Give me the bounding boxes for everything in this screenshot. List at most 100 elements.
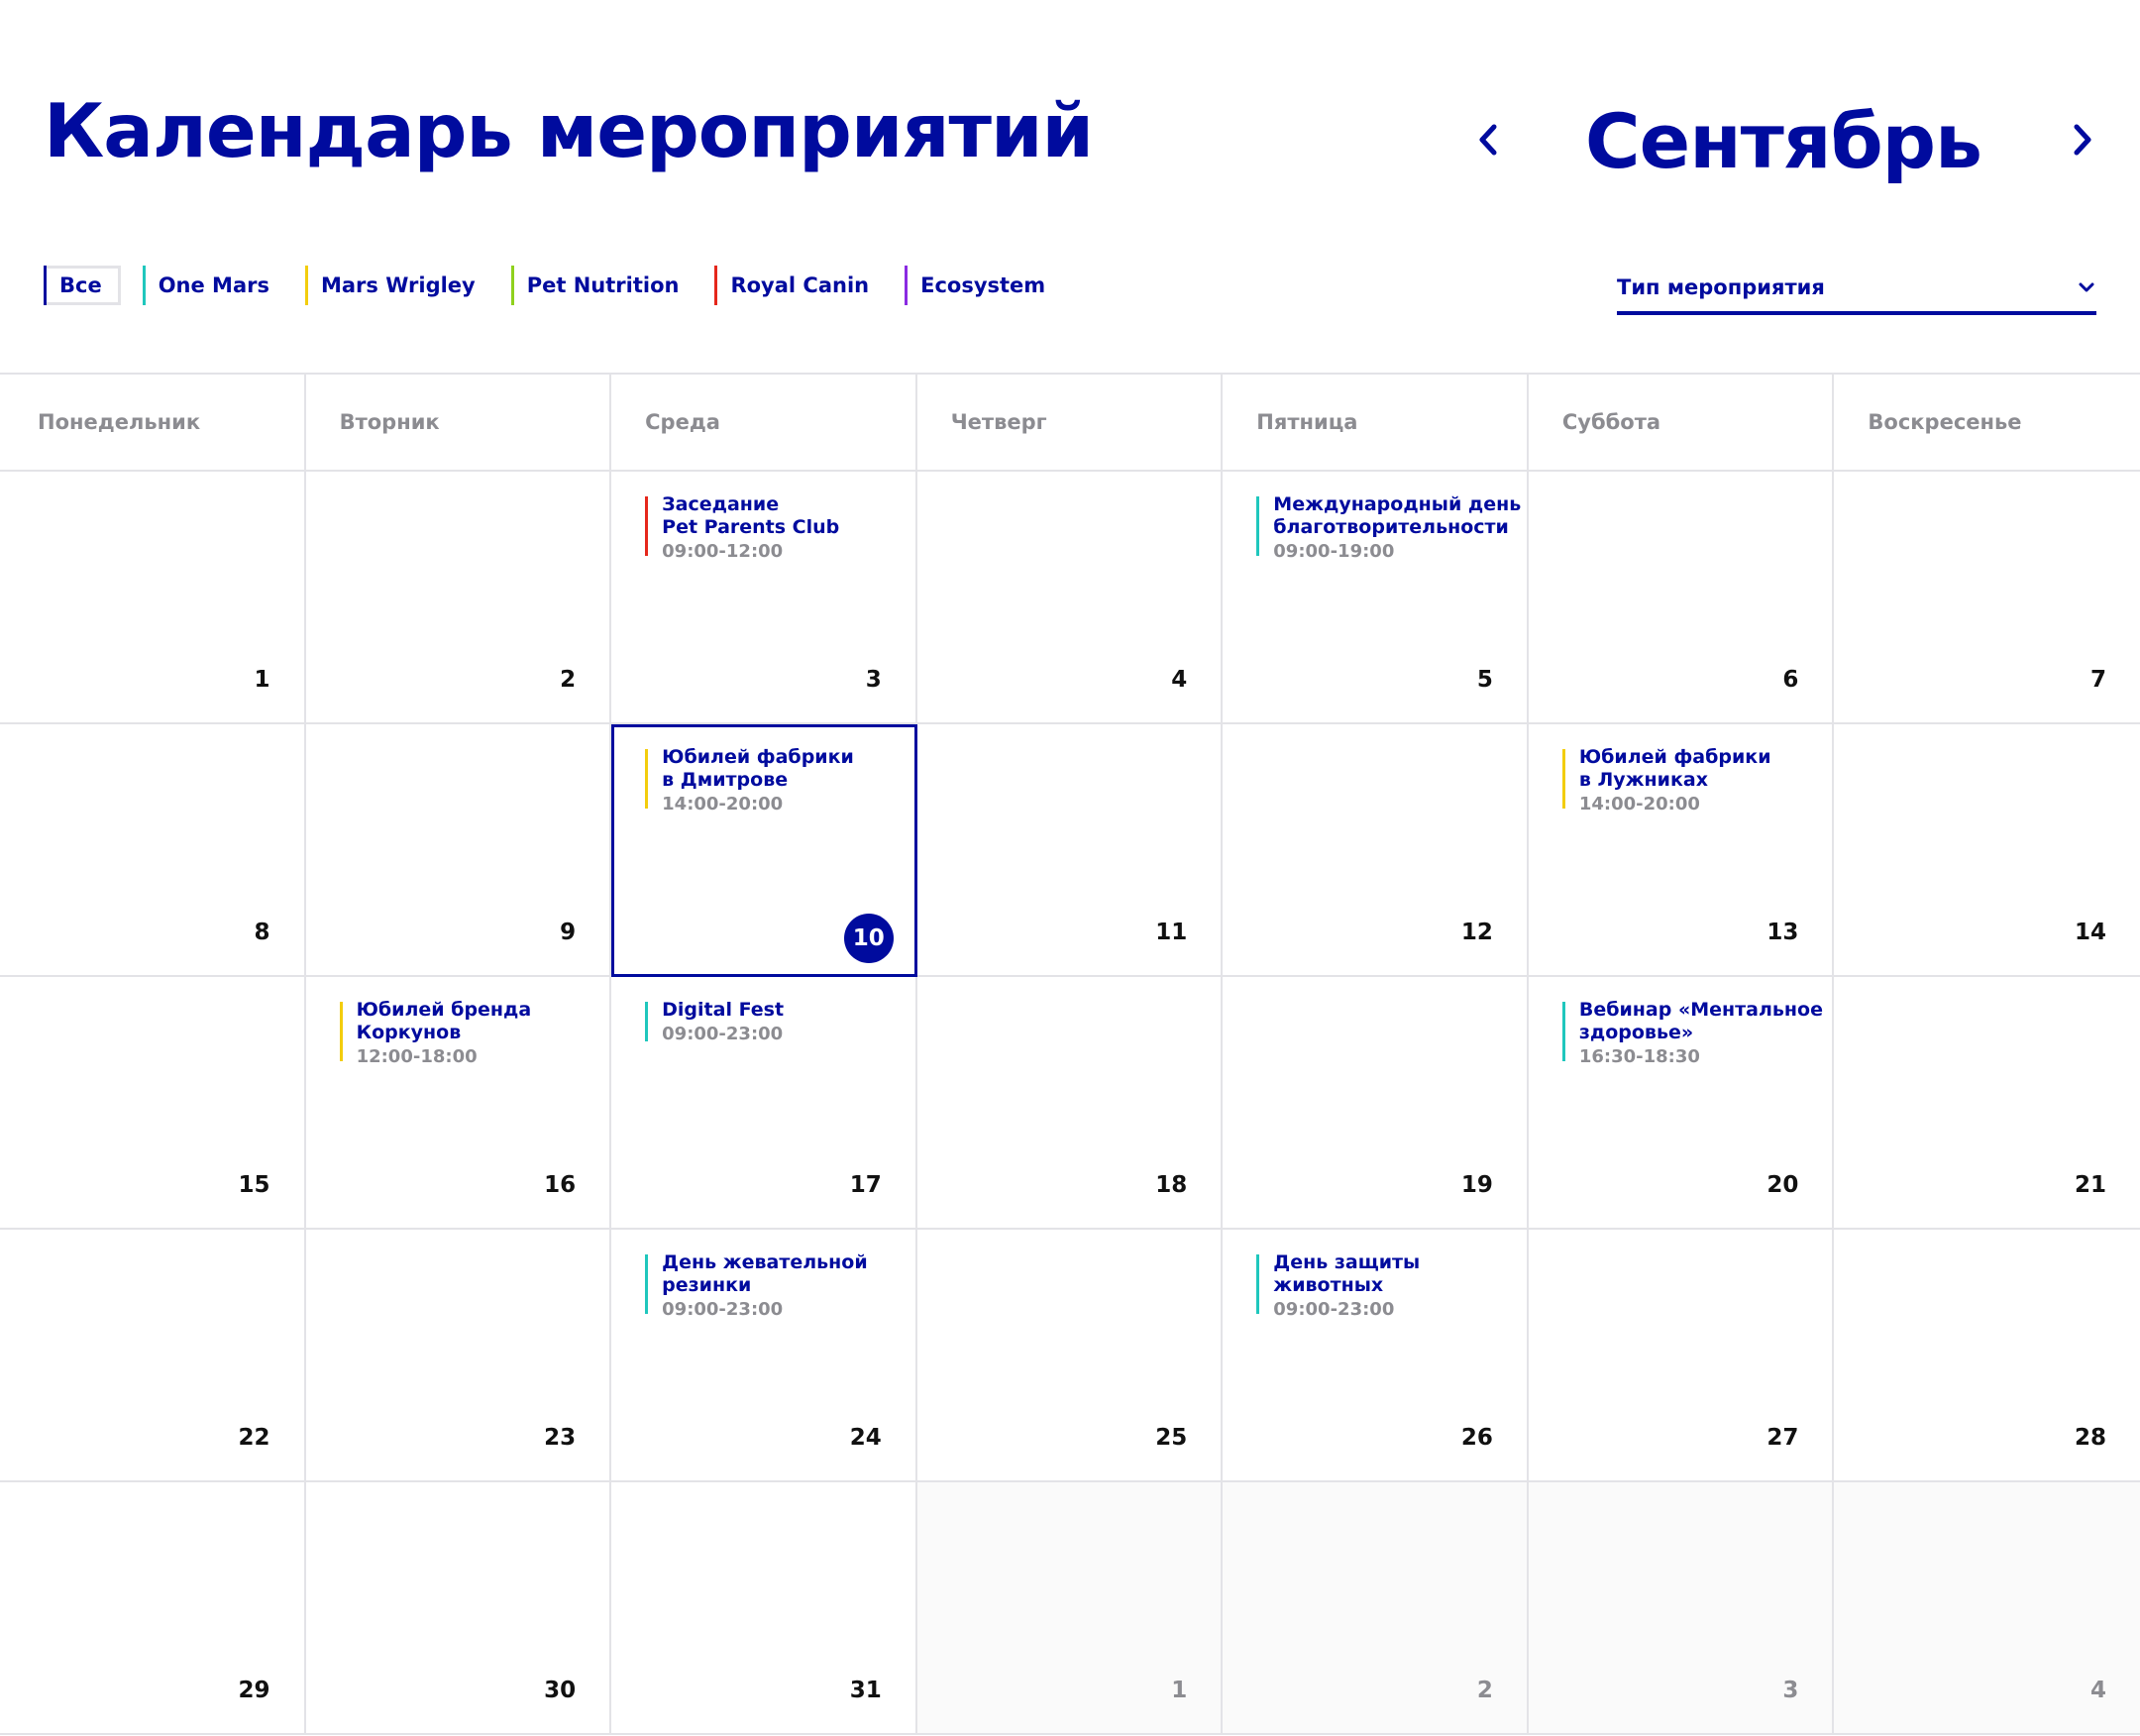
filter-ecosystem[interactable]: Ecosystem [905,266,1059,305]
day-cell-today[interactable]: Юбилей фабрики в Дмитрове 14:00-20:00 10 [611,724,917,977]
day-cell[interactable]: 4 [1834,1482,2140,1735]
day-cell[interactable]: 28 [1834,1230,2140,1482]
filter-mars-wrigley[interactable]: Mars Wrigley [304,266,489,305]
day-cell[interactable]: 22 [0,1230,306,1482]
event-item[interactable]: Digital Fest 09:00-23:00 [645,999,784,1047]
day-cell[interactable]: 2 [305,472,612,724]
day-number: 1 [254,667,270,693]
filter-label: Royal Canin [730,273,870,297]
day-cell[interactable]: 9 [305,724,612,977]
filter-color-bar [510,266,514,305]
filter-label: One Mars [158,273,269,297]
day-number: 12 [1460,920,1493,945]
event-time: 12:00-18:00 [356,1046,478,1067]
day-cell[interactable]: 31 [611,1482,917,1735]
day-cell[interactable]: Digital Fest 09:00-23:00 17 [611,977,917,1230]
filter-one-mars[interactable]: One Mars [142,266,283,305]
page-title: Календарь мероприятий [44,87,1094,174]
weekday-label: Вторник [306,375,612,470]
day-cell[interactable]: День защиты животных 09:00-23:00 26 [1223,1230,1529,1482]
day-cell[interactable]: 1 [0,472,306,724]
day-cell[interactable]: 2 [1223,1482,1529,1735]
event-title: Юбилей фабрики в Лужниках [1578,746,1771,791]
event-title: День жевательной резинки [662,1251,868,1296]
event-color-bar [1256,496,1260,556]
calendar-grid: 1 2 Заседание Pet Parents Club 09:00-12:00 3… [0,472,2140,1735]
day-cell[interactable]: Юбилей бренда Коркунов 12:00-18:00 16 [305,977,612,1230]
day-cell[interactable]: Вебинар «Ментальное здоровье» 16:30-18:30… [1528,977,1835,1230]
event-item[interactable]: Юбилей бренда Коркунов 12:00-18:00 [339,999,531,1070]
day-cell[interactable]: 21 [1834,977,2140,1230]
day-number: 4 [1171,667,1188,693]
event-time: 09:00-12:00 [662,541,784,562]
event-item[interactable]: Юбилей фабрики в Дмитрове 14:00-20:00 [645,746,854,817]
weekday-label: Суббота [1529,375,1835,470]
event-type-select-label: Тип мероприятия [1617,275,1825,299]
filter-royal-canin[interactable]: Royal Canin [714,266,883,305]
month-title: Сентябрь [1584,97,1982,185]
day-cell[interactable]: 8 [0,724,306,977]
day-cell[interactable]: 7 [1834,472,2140,724]
event-time: 09:00-23:00 [662,1299,784,1320]
day-cell[interactable]: 14 [1834,724,2140,977]
event-color-bar [645,1002,649,1041]
day-cell[interactable]: 18 [916,977,1224,1230]
day-cell[interactable]: 1 [916,1482,1224,1735]
event-title: Международный день благотворительности [1273,493,1522,538]
day-cell[interactable]: День жевательной резинки 09:00-23:00 24 [611,1230,917,1482]
filter-все[interactable]: Все [44,266,121,305]
event-time: 09:00-23:00 [1273,1299,1395,1320]
next-month-button[interactable] [2061,95,2104,184]
weekday-label: Пятница [1223,375,1529,470]
day-cell[interactable]: 12 [1223,724,1529,977]
event-color-bar [339,1002,343,1061]
event-color-bar [1561,749,1565,809]
day-cell[interactable]: 11 [916,724,1224,977]
day-cell[interactable]: 23 [305,1230,612,1482]
event-title: Юбилей фабрики в Дмитрове [662,746,854,791]
day-cell[interactable]: Заседание Pet Parents Club 09:00-12:00 3 [611,472,917,724]
day-cell[interactable]: Международный день благотворительности 09… [1223,472,1529,724]
event-item[interactable]: День жевательной резинки 09:00-23:00 [645,1251,868,1323]
day-number: 11 [1155,920,1188,945]
event-color-bar [645,749,649,809]
filter-pet-nutrition[interactable]: Pet Nutrition [510,266,694,305]
event-color-bar [1256,1254,1260,1314]
day-cell[interactable]: 19 [1223,977,1529,1230]
prev-month-button[interactable] [1466,95,1510,184]
day-cell[interactable]: 30 [305,1482,612,1735]
day-cell[interactable]: 25 [916,1230,1224,1482]
event-item[interactable]: Вебинар «Ментальное здоровье» 16:30-18:30 [1561,999,1823,1070]
event-item[interactable]: День защиты животных 09:00-23:00 [1256,1251,1420,1323]
day-cell[interactable]: 6 [1528,472,1835,724]
day-cell[interactable]: 4 [916,472,1224,724]
day-number: 28 [2074,1425,2106,1451]
day-cell[interactable]: 29 [0,1482,306,1735]
event-item[interactable]: Заседание Pet Parents Club 09:00-12:00 [645,493,839,565]
event-color-bar [645,1254,649,1314]
day-number: 29 [238,1678,270,1703]
day-number: 2 [1476,1678,1493,1703]
day-cell[interactable]: 27 [1528,1230,1835,1482]
event-time: 09:00-23:00 [662,1024,784,1044]
event-time: 09:00-19:00 [1273,541,1395,562]
day-number: 19 [1460,1172,1493,1198]
day-cell[interactable]: 15 [0,977,306,1230]
category-filters: Все One Mars Mars Wrigley Pet Nutrition Roya… [44,266,1081,307]
event-item[interactable]: Юбилей фабрики в Лужниках 14:00-20:00 [1561,746,1771,817]
day-number: 2 [560,667,577,693]
day-cell[interactable]: Юбилей фабрики в Лужниках 14:00-20:00 13 [1528,724,1835,977]
filter-label: Mars Wrigley [320,273,476,297]
filter-color-bar [142,266,146,305]
event-item[interactable]: Международный день благотворительности 09… [1256,493,1521,565]
day-number: 25 [1155,1425,1188,1451]
day-cell[interactable]: 3 [1528,1482,1835,1735]
day-number: 30 [544,1678,577,1703]
event-color-bar [645,496,649,556]
filter-label: Ecosystem [920,273,1046,297]
day-number: 24 [849,1425,882,1451]
event-type-select[interactable]: Тип мероприятия [1617,268,2096,315]
filter-color-bar [44,266,47,305]
event-color-bar [1561,1002,1565,1061]
weekday-label: Четверг [917,375,1224,470]
